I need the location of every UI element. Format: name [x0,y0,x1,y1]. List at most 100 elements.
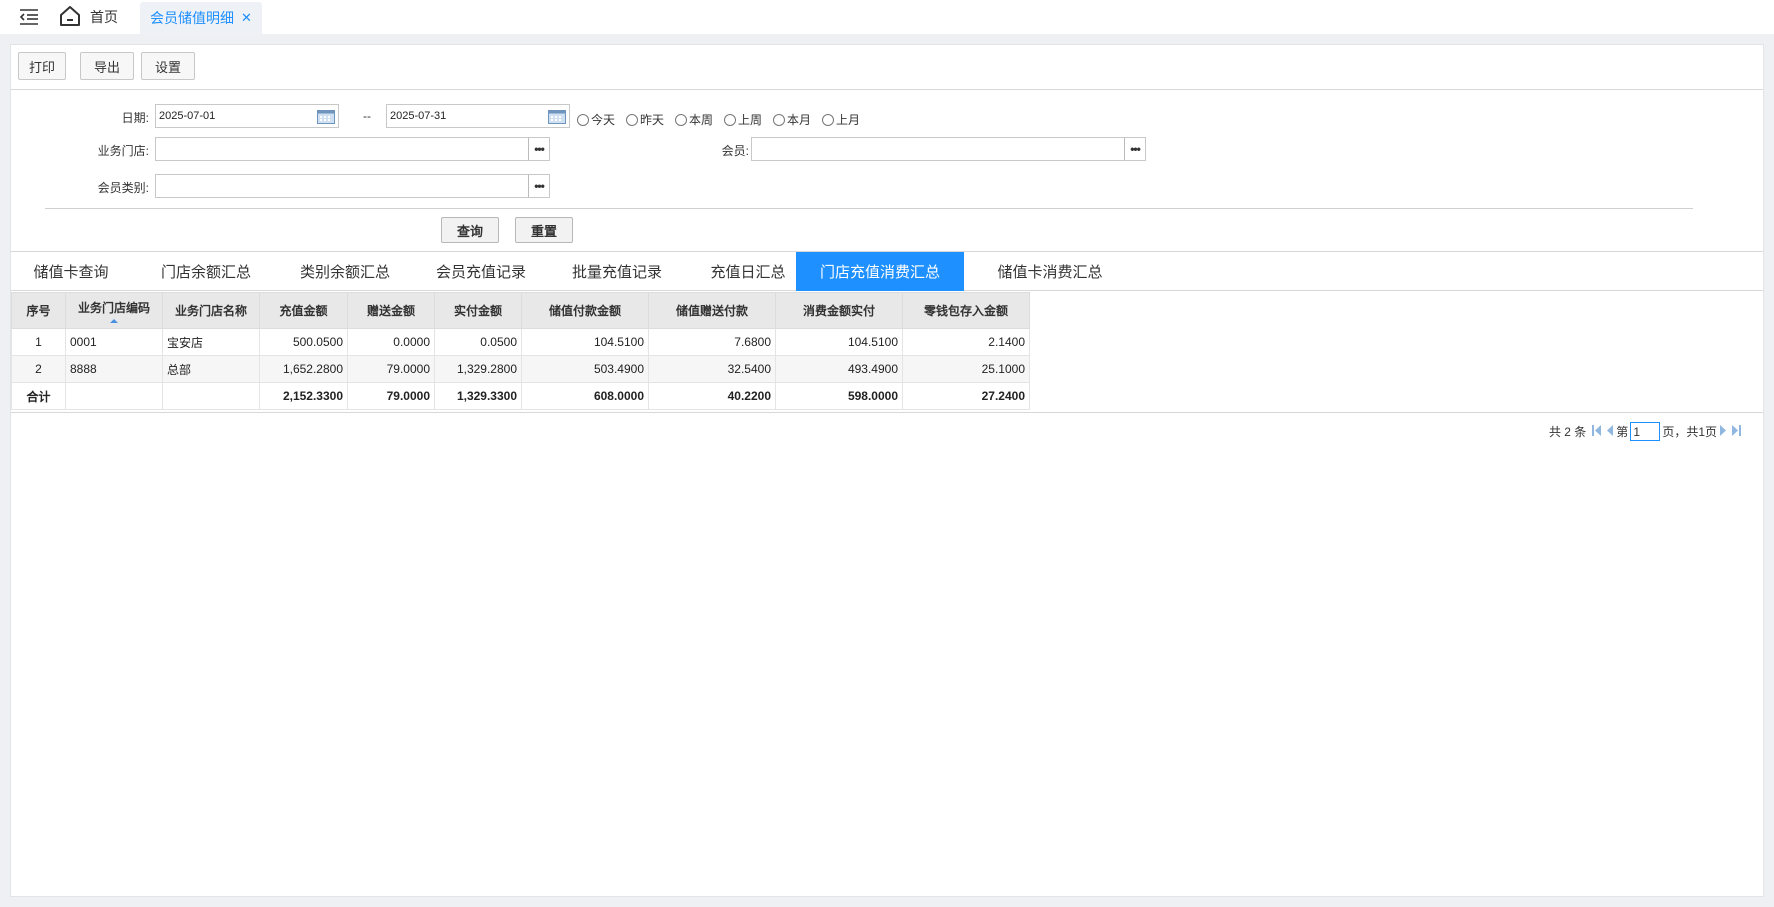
tab-store-recharge-consumption-summary[interactable]: 门店充值消费汇总 [796,252,964,291]
menu-toggle-icon[interactable] [18,8,40,26]
table-cell: 0.0000 [347,328,435,356]
top-tab-bar: 首页 会员储值明细 ✕ [0,0,1774,34]
summary-table: 序号 业务门店编码 业务门店名称 充值金额 赠送金额 实付金额 储值付款金额 储… [11,292,1030,410]
table-cell: 2 [11,355,66,383]
pagination: 共 2 条 第 1 页，共1页 [1549,422,1743,441]
radio-last-month[interactable]: 上月 [822,111,860,128]
calendar-icon[interactable] [317,109,335,124]
page-prefix: 第 [1616,425,1629,439]
col-header[interactable]: 实付金额 [434,292,522,329]
col-header[interactable]: 赠送金额 [347,292,435,329]
table-header-row: 序号 业务门店编码 业务门店名称 充值金额 赠送金额 实付金额 储值付款金额 储… [11,292,1030,329]
table-cell: 25.1000 [902,355,1030,383]
col-header[interactable]: 零钱包存入金额 [902,292,1030,329]
page-number-input[interactable]: 1 [1630,422,1661,441]
home-tab[interactable]: 首页 [58,4,118,30]
date-to-value: 2025-07-31 [390,110,447,122]
member-type-picker-button[interactable]: ••• [528,174,550,198]
query-button[interactable]: 查询 [441,217,499,243]
home-icon [58,4,82,31]
table-cell: 总部 [162,355,260,383]
main-panel: 打印 导出 设置 日期: 2025-07-01 -- 2025-07-31 今天… [10,44,1764,897]
date-to-input[interactable]: 2025-07-31 [386,104,570,128]
store-picker-button[interactable]: ••• [528,137,550,161]
table-row[interactable]: 2 8888 总部 1,652.2800 79.0000 1,329.2800 … [11,355,1030,383]
toolbar: 打印 导出 设置 [11,45,1763,90]
table-cell: 598.0000 [775,382,903,410]
form-divider [45,208,1693,209]
member-type-input[interactable] [155,174,529,198]
tab-store-balance-summary[interactable]: 门店余额汇总 [141,252,271,291]
tab-category-balance-summary[interactable]: 类别余额汇总 [277,252,413,291]
table-cell: 7.6800 [648,328,776,356]
prev-page-icon[interactable] [1606,424,1614,439]
table-cell: 500.0500 [259,328,348,356]
table-cell: 1,329.2800 [434,355,522,383]
table-cell: 2.1400 [902,328,1030,356]
radio-yesterday[interactable]: 昨天 [626,111,664,128]
member-label: 会员: [721,144,749,158]
col-header[interactable]: 储值付款金额 [521,292,649,329]
member-picker-button[interactable]: ••• [1124,137,1146,161]
total-count: 共 2 条 [1548,425,1587,439]
store-label: 业务门店: [97,144,149,158]
table-total-row: 合计 2,152.3300 79.0000 1,329.3300 608.000… [11,382,1030,410]
date-separator: -- [363,109,371,123]
table-cell: 493.4900 [775,355,903,383]
settings-button[interactable]: 设置 [141,52,195,80]
radio-this-month[interactable]: 本月 [773,111,811,128]
store-input[interactable] [155,137,529,161]
last-page-icon[interactable] [1731,424,1741,439]
calendar-icon[interactable] [548,109,566,124]
col-header[interactable]: 储值赠送付款 [648,292,776,329]
first-page-icon[interactable] [1592,424,1602,439]
active-tab-label: 会员储值明细 [150,10,234,26]
table-cell: 1 [11,328,66,356]
col-header-store-code[interactable]: 业务门店编码 [65,292,163,329]
reset-button[interactable]: 重置 [515,217,573,243]
date-from-input[interactable]: 2025-07-01 [155,104,339,128]
tab-stored-card-consumption-summary[interactable]: 储值卡消费汇总 [971,252,1129,291]
grid-divider [11,412,1763,413]
table-cell: 1,329.3300 [434,382,522,410]
table-cell: 40.2200 [648,382,776,410]
next-page-icon[interactable] [1719,424,1727,439]
radio-last-week[interactable]: 上周 [724,111,762,128]
table-cell: 608.0000 [521,382,649,410]
sort-asc-icon [110,318,118,323]
table-cell: 32.5400 [648,355,776,383]
col-header[interactable]: 消费金额实付 [775,292,903,329]
close-icon[interactable]: ✕ [241,10,252,26]
table-cell: 503.4900 [521,355,649,383]
table-cell: 104.5100 [521,328,649,356]
tab-daily-recharge-summary[interactable]: 充值日汇总 [685,252,811,291]
print-button[interactable]: 打印 [18,52,66,80]
home-tab-label: 首页 [90,9,118,25]
table-cell: 1,652.2800 [259,355,348,383]
tab-member-stored-value-detail[interactable]: 会员储值明细 ✕ [140,2,262,34]
table-cell [65,382,163,410]
table-cell: 79.0000 [347,355,435,383]
report-tabs: 储值卡查询 门店余额汇总 类别余额汇总 会员充值记录 批量充值记录 充值日汇总 … [11,251,1763,291]
table-cell: 宝安店 [162,328,260,356]
radio-this-week[interactable]: 本周 [675,111,713,128]
date-label: 日期: [121,111,149,125]
member-input[interactable] [751,137,1125,161]
col-header[interactable]: 业务门店名称 [162,292,260,329]
table-cell: 2,152.3300 [259,382,348,410]
export-button[interactable]: 导出 [80,52,134,80]
page-suffix: 页，共1页 [1662,425,1717,439]
member-type-label: 会员类别: [97,181,149,195]
table-cell: 0.0500 [434,328,522,356]
tab-member-recharge-records[interactable]: 会员充值记录 [413,252,549,291]
tab-batch-recharge-records[interactable]: 批量充值记录 [549,252,685,291]
table-cell: 8888 [65,355,163,383]
tab-stored-card-query[interactable]: 储值卡查询 [11,252,131,291]
radio-today[interactable]: 今天 [577,111,615,128]
col-header[interactable]: 充值金额 [259,292,348,329]
date-from-value: 2025-07-01 [159,110,216,122]
table-row[interactable]: 1 0001 宝安店 500.0500 0.0000 0.0500 104.51… [11,328,1030,356]
table-cell: 0001 [65,328,163,356]
col-header[interactable]: 序号 [11,292,66,329]
table-cell [162,382,260,410]
